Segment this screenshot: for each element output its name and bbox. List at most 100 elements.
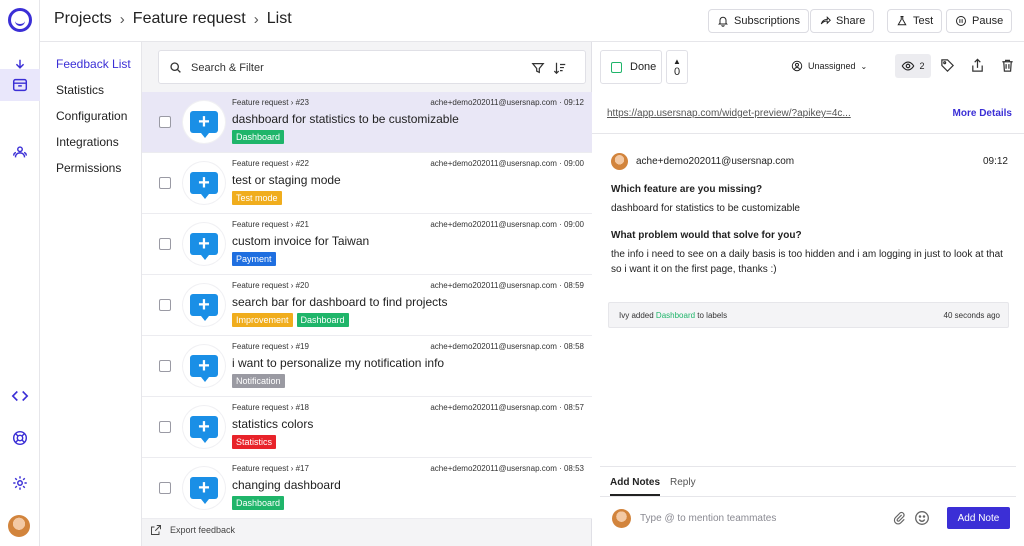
- row-title: statistics colors: [232, 417, 314, 431]
- user-avatar[interactable]: [8, 515, 30, 537]
- answer-1: dashboard for statistics to be customiza…: [611, 203, 800, 214]
- feedback-row[interactable]: + Feature request › #17 ache+demo202011@us…: [142, 458, 592, 519]
- activity-label-link[interactable]: Dashboard: [656, 311, 695, 320]
- top-header: Projects › Feature request › List Subscr…: [40, 0, 1024, 42]
- question-1: Which feature are you missing?: [611, 184, 763, 195]
- upload-share-icon[interactable]: [970, 58, 985, 73]
- row-meta: Feature request › #19: [232, 342, 309, 351]
- bell-icon: [718, 16, 728, 27]
- author-avatar: [611, 153, 628, 170]
- label-badge: Improvement: [232, 313, 293, 327]
- row-meta: Feature request › #23: [232, 98, 309, 107]
- icon-rail: [0, 0, 40, 546]
- feedback-row[interactable]: + Feature request › #23 ache+demo202011@us…: [142, 92, 592, 153]
- inbox-icon[interactable]: [0, 69, 40, 101]
- done-checkbox[interactable]: [611, 61, 622, 73]
- user-circle-icon: [791, 60, 803, 72]
- subscriptions-button[interactable]: Subscriptions: [708, 9, 810, 33]
- chevron-down-icon: ⌄: [860, 61, 868, 71]
- tab-reply[interactable]: Reply: [670, 477, 696, 488]
- row-title: search bar for dashboard to find project…: [232, 295, 448, 309]
- row-title: i want to personalize my notification in…: [232, 356, 445, 370]
- assignee-dropdown[interactable]: Unassigned ⌄: [791, 60, 867, 72]
- search-icon: [170, 62, 181, 73]
- share-button[interactable]: Share: [810, 9, 875, 33]
- row-checkbox[interactable]: [159, 238, 171, 250]
- subnav-configuration[interactable]: Configuration: [56, 109, 127, 123]
- feedback-row[interactable]: + Feature request › #18 ache+demo202011@us…: [142, 397, 592, 458]
- note-input[interactable]: [640, 510, 890, 526]
- search-input[interactable]: [191, 58, 511, 78]
- done-button[interactable]: Done: [600, 50, 662, 84]
- subnav-integrations[interactable]: Integrations: [56, 135, 119, 149]
- row-checkbox[interactable]: [159, 421, 171, 433]
- breadcrumb-feature-request[interactable]: Feature request: [133, 10, 246, 28]
- row-sender-time: ache+demo202011@usersnap.com · 08:58: [430, 342, 584, 351]
- team-icon[interactable]: [0, 136, 40, 168]
- tab-add-notes[interactable]: Add Notes: [610, 477, 660, 496]
- activity-text: Ivy added Dashboard to labels: [619, 311, 728, 320]
- app-logo-icon[interactable]: [8, 8, 32, 32]
- search-bar: [158, 50, 586, 84]
- export-feedback-link[interactable]: Export feedback: [150, 524, 235, 536]
- row-meta: Feature request › #18: [232, 403, 309, 412]
- source-url-link[interactable]: https://app.usersnap.com/widget-preview/…: [607, 108, 851, 119]
- filter-icon[interactable]: [531, 61, 545, 75]
- row-meta: Feature request › #22: [232, 159, 309, 168]
- question-2: What problem would that solve for you?: [611, 230, 802, 241]
- row-sender-time: ache+demo202011@usersnap.com · 09:00: [430, 159, 584, 168]
- breadcrumb-projects[interactable]: Projects: [54, 10, 112, 28]
- sort-icon[interactable]: [553, 61, 567, 75]
- trash-icon[interactable]: [1000, 58, 1015, 73]
- paperclip-icon[interactable]: [892, 511, 906, 525]
- label-badge: Dashboard: [232, 130, 285, 144]
- label-badge: Dashboard: [232, 496, 285, 510]
- notes-composer: Add Notes Reply Add Note: [600, 466, 1016, 546]
- pause-button[interactable]: Pause: [946, 9, 1013, 33]
- row-checkbox[interactable]: [159, 177, 171, 189]
- feedback-list-panel: + Feature request › #23 ache+demo202011@us…: [142, 42, 592, 546]
- row-labels: Statistics: [232, 435, 277, 449]
- code-icon[interactable]: [0, 380, 40, 412]
- feedback-row[interactable]: + Feature request › #20 ache+demo202011@us…: [142, 275, 592, 336]
- gear-icon[interactable]: [0, 467, 40, 499]
- lifebuoy-icon[interactable]: [0, 422, 40, 454]
- row-checkbox[interactable]: [159, 360, 171, 372]
- more-details-link[interactable]: More Details: [953, 108, 1012, 119]
- vote-counter[interactable]: ▲ 0: [666, 50, 688, 84]
- subnav-feedback-list[interactable]: Feedback List: [56, 57, 131, 71]
- test-button[interactable]: Test: [887, 9, 943, 33]
- row-title: changing dashboard: [232, 478, 341, 492]
- feedback-type-badge: +: [183, 101, 225, 143]
- pause-icon: [956, 16, 966, 26]
- add-note-button[interactable]: Add Note: [947, 507, 1010, 529]
- row-labels: Test mode: [232, 191, 282, 205]
- row-checkbox[interactable]: [159, 482, 171, 494]
- row-labels: Notification: [232, 374, 285, 388]
- feedback-row[interactable]: + Feature request › #22 ache+demo202011@us…: [142, 153, 592, 214]
- answer-2: the info i need to see on a daily basis …: [611, 249, 1003, 275]
- emoji-icon[interactable]: [914, 510, 930, 526]
- label-badge: Dashboard: [296, 313, 349, 327]
- feedback-type-badge: +: [183, 223, 225, 265]
- feedback-row[interactable]: + Feature request › #19 ache+demo202011@us…: [142, 336, 592, 397]
- row-labels: Dashboard: [232, 496, 285, 510]
- feedback-row[interactable]: + Feature request › #21 ache+demo202011@us…: [142, 214, 592, 275]
- row-checkbox[interactable]: [159, 299, 171, 311]
- plus-bubble-icon: +: [190, 416, 218, 443]
- subnav-permissions[interactable]: Permissions: [56, 161, 121, 175]
- viewers-badge[interactable]: 2: [895, 54, 931, 78]
- row-checkbox[interactable]: [159, 116, 171, 128]
- row-labels: Dashboard: [232, 130, 285, 144]
- row-title: dashboard for statistics to be customiza…: [232, 112, 459, 126]
- row-sender-time: ache+demo202011@usersnap.com · 08:57: [430, 403, 584, 412]
- row-title: test or staging mode: [232, 173, 341, 187]
- plus-bubble-icon: +: [190, 294, 218, 321]
- plus-bubble-icon: +: [190, 355, 218, 382]
- row-labels: Improvement Dashboard: [232, 313, 349, 327]
- feedback-type-badge: +: [183, 162, 225, 204]
- divider: [592, 133, 1024, 134]
- tag-icon[interactable]: [940, 58, 955, 73]
- subnav-statistics[interactable]: Statistics: [56, 83, 104, 97]
- detail-toolbar: Done ▲ 0 Unassigned ⌄ 2: [600, 50, 1016, 84]
